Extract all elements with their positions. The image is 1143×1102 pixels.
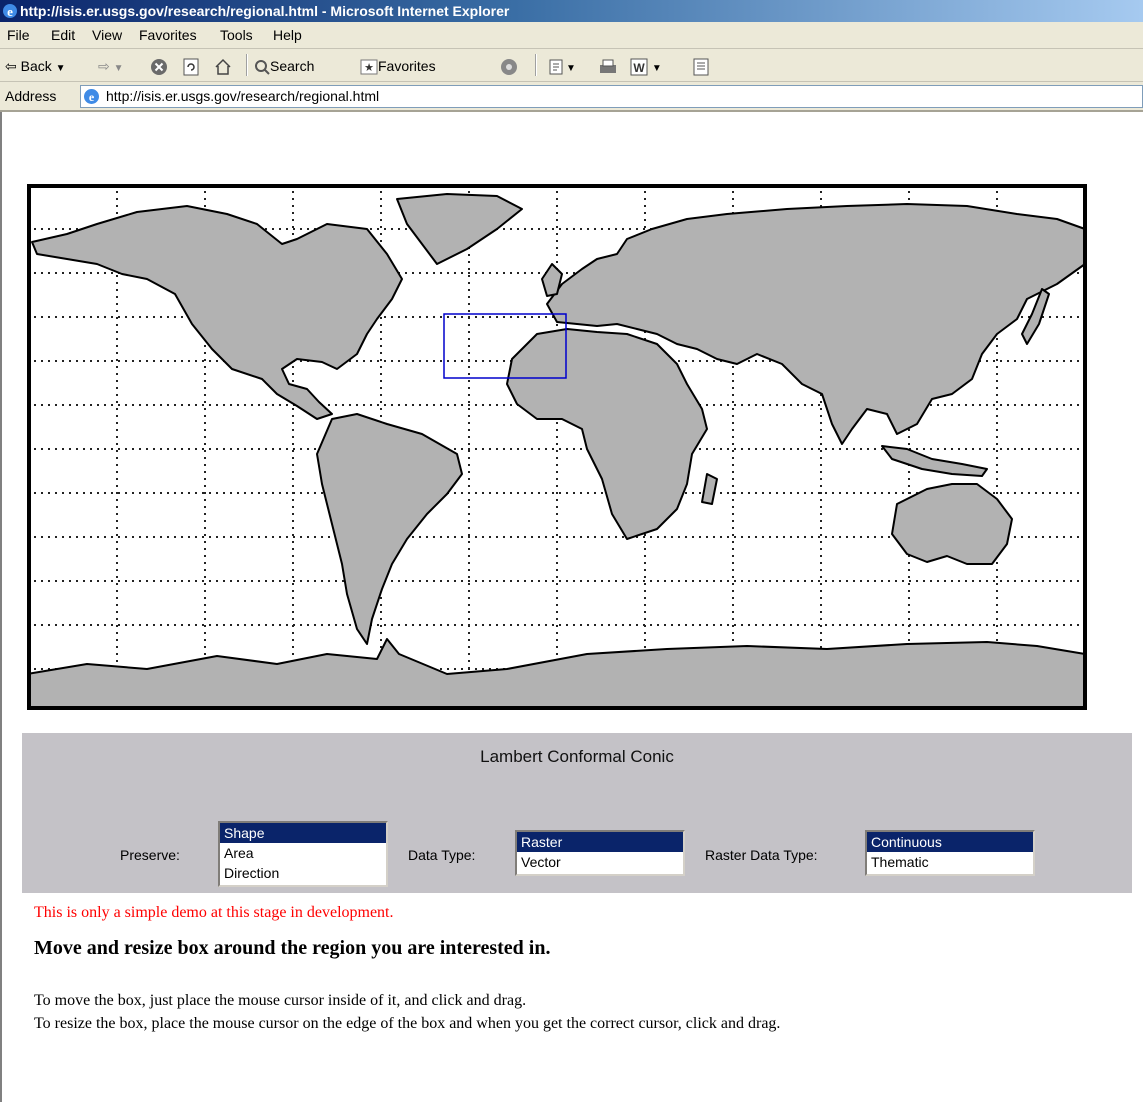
edit-button[interactable]: W ▼ xyxy=(630,56,662,76)
address-bar: Address e http://isis.er.usgs.gov/resear… xyxy=(0,82,1143,112)
home-button[interactable] xyxy=(214,56,232,76)
menu-view[interactable]: View xyxy=(92,27,122,43)
preserve-option-shape[interactable]: Shape xyxy=(220,823,386,843)
favorites-star-icon: ★ xyxy=(360,59,378,75)
menu-edit[interactable]: Edit xyxy=(51,27,75,43)
toolbar: ⇦ Back ▼ ⇨ ▼ Search ★ Favorites ▼ W ▼ xyxy=(0,49,1143,82)
page-heading: Move and resize box around the region yo… xyxy=(34,937,551,959)
window-title: http://isis.er.usgs.gov/research/regiona… xyxy=(20,3,510,19)
refresh-icon xyxy=(183,58,199,76)
home-icon xyxy=(215,59,231,76)
svg-text:e: e xyxy=(89,90,95,104)
forward-button[interactable]: ⇨ ▼ xyxy=(98,56,124,76)
menu-bar: File Edit View Favorites Tools Help xyxy=(0,22,1143,49)
menu-favorites[interactable]: Favorites xyxy=(139,27,197,43)
projection-name: Lambert Conformal Conic xyxy=(480,747,674,766)
search-icon xyxy=(255,60,270,76)
history-button[interactable]: ▼ xyxy=(548,56,576,76)
media-icon xyxy=(501,59,517,76)
ie-logo-icon: e xyxy=(3,4,17,19)
raster-data-type-label: Raster Data Type: xyxy=(705,847,818,863)
data-type-option-raster[interactable]: Raster xyxy=(517,832,683,852)
instruction-move: To move the box, just place the mouse cu… xyxy=(34,992,527,1009)
window-titlebar: e http://isis.er.usgs.gov/research/regio… xyxy=(0,0,1143,22)
menu-tools[interactable]: Tools xyxy=(220,27,253,43)
refresh-button[interactable] xyxy=(182,56,200,76)
data-type-option-vector[interactable]: Vector xyxy=(517,852,683,872)
svg-text:W: W xyxy=(633,61,645,75)
address-url: http://isis.er.usgs.gov/research/regiona… xyxy=(106,88,380,104)
demo-note: This is only a simple demo at this stage… xyxy=(34,904,394,921)
word-edit-icon: W xyxy=(630,58,648,76)
search-button[interactable]: Search xyxy=(254,56,314,76)
print-icon xyxy=(600,59,616,74)
history-icon xyxy=(549,59,563,75)
discuss-button[interactable] xyxy=(693,56,709,76)
preserve-label: Preserve: xyxy=(120,847,180,863)
preserve-option-direction[interactable]: Direction xyxy=(220,863,386,883)
toolbar-separator xyxy=(535,54,537,76)
data-type-listbox[interactable]: Raster Vector xyxy=(515,830,685,876)
toolbar-separator xyxy=(246,54,248,76)
chevron-down-icon: ▼ xyxy=(651,63,662,74)
print-button[interactable] xyxy=(598,56,618,76)
projection-panel: Lambert Conformal Conic Preserve: Shape … xyxy=(22,733,1132,893)
chevron-down-icon: ▼ xyxy=(113,63,124,74)
media-button[interactable] xyxy=(500,56,518,76)
chevron-down-icon: ▼ xyxy=(566,63,576,74)
data-type-label: Data Type: xyxy=(408,847,476,863)
raster-type-option-thematic[interactable]: Thematic xyxy=(867,852,1033,872)
stop-button[interactable] xyxy=(150,56,168,76)
address-label: Address xyxy=(5,88,57,104)
raster-data-type-listbox[interactable]: Continuous Thematic xyxy=(865,830,1035,876)
discuss-icon xyxy=(693,58,709,76)
back-arrow-icon: ⇦ xyxy=(5,58,17,74)
world-map[interactable] xyxy=(27,184,1087,710)
instruction-resize: To resize the box, place the mouse curso… xyxy=(34,1015,781,1032)
chevron-down-icon: ▼ xyxy=(55,63,66,74)
favorites-button[interactable]: ★ Favorites xyxy=(360,56,436,76)
svg-text:★: ★ xyxy=(364,62,374,74)
back-button[interactable]: ⇦ Back ▼ xyxy=(5,56,66,76)
svg-text:e: e xyxy=(7,4,13,19)
preserve-listbox[interactable]: Shape Area Direction xyxy=(218,821,388,887)
preserve-option-area[interactable]: Area xyxy=(220,843,386,863)
raster-type-option-continuous[interactable]: Continuous xyxy=(867,832,1033,852)
ie-page-icon: e xyxy=(84,89,99,104)
stop-icon xyxy=(151,59,167,76)
menu-help[interactable]: Help xyxy=(273,27,302,43)
menu-file[interactable]: File xyxy=(7,27,30,43)
address-field[interactable]: e http://isis.er.usgs.gov/research/regio… xyxy=(80,85,1143,108)
forward-arrow-icon: ⇨ xyxy=(98,58,110,74)
